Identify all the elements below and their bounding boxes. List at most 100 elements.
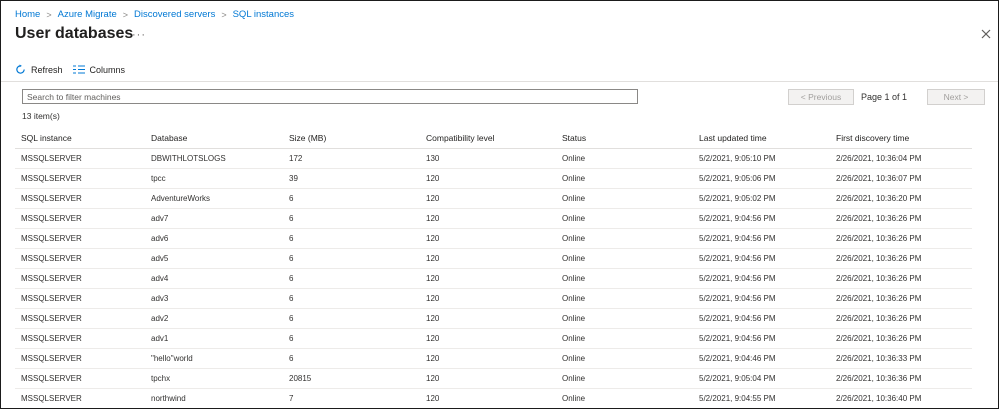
cell-sql-instance: MSSQLSERVER — [21, 214, 82, 223]
column-header-database[interactable]: Database — [151, 133, 289, 143]
breadcrumb-home[interactable]: Home — [15, 9, 40, 20]
column-header-size[interactable]: Size (MB) — [289, 133, 426, 143]
table-row[interactable]: MSSQLSERVER adv7 6 120 Online 5/2/2021, 9:04:… — [15, 209, 972, 229]
table-row[interactable]: MSSQLSERVER adv1 6 120 Online 5/2/2021, 9:04:… — [15, 329, 972, 349]
table-row[interactable]: MSSQLSERVER adv3 6 120 Online 5/2/2021, 9:04:… — [15, 289, 972, 309]
cell-last-updated: 5/2/2021, 9:04:56 PM — [699, 254, 776, 263]
cell-compatibility-level: 120 — [426, 254, 440, 263]
table-row[interactable]: MSSQLSERVER tpchx 20815 120 Online 5/2/2021, … — [15, 369, 972, 389]
page-title: User databases — [15, 25, 134, 42]
breadcrumb-sql-instances[interactable]: SQL instances — [233, 9, 294, 20]
chevron-right-icon: > — [221, 9, 227, 20]
cell-compatibility-level: 120 — [426, 174, 440, 183]
cell-sql-instance: MSSQLSERVER — [21, 294, 82, 303]
cell-last-updated: 5/2/2021, 9:04:56 PM — [699, 234, 776, 243]
breadcrumb-azure-migrate[interactable]: Azure Migrate — [58, 9, 117, 20]
chevron-right-icon: > — [122, 9, 129, 20]
cell-last-updated: 5/2/2021, 9:04:56 PM — [699, 334, 776, 343]
cell-status: Online — [562, 214, 586, 223]
cell-status: Online — [562, 314, 586, 323]
table-row[interactable]: MSSQLSERVER DBWITHLOTSLOGS 172 130 Online 5/2… — [15, 149, 972, 169]
cell-last-updated: 5/2/2021, 9:04:56 PM — [699, 314, 776, 323]
columns-button[interactable]: Columns — [72, 64, 126, 75]
cell-status: Online — [562, 374, 586, 383]
cell-first-discovery: 2/26/2021, 10:36:26 PM — [836, 214, 922, 223]
cell-sql-instance: MSSQLSERVER — [21, 254, 82, 263]
cell-status: Online — [562, 174, 586, 183]
cell-compatibility-level: 120 — [426, 214, 440, 223]
cell-database: adv6 — [151, 234, 169, 243]
user-databases-blade: Home > Azure Migrate > Discovered server… — [0, 0, 999, 409]
cell-first-discovery: 2/26/2021, 10:36:26 PM — [836, 334, 922, 343]
more-options-icon[interactable]: ··· — [132, 29, 146, 41]
cell-database: adv2 — [151, 314, 169, 323]
table-row[interactable]: MSSQLSERVER "hello"world 6 120 Online 5/2/202… — [15, 349, 972, 369]
cell-size: 6 — [289, 254, 294, 263]
cell-last-updated: 5/2/2021, 9:04:55 PM — [699, 394, 776, 403]
column-header-compatibility-level[interactable]: Compatibility level — [426, 133, 562, 143]
column-header-sql-instance[interactable]: SQL instance — [15, 133, 151, 143]
cell-first-discovery: 2/26/2021, 10:36:26 PM — [836, 254, 922, 263]
cell-size: 6 — [289, 354, 294, 363]
cell-first-discovery: 2/26/2021, 10:36:26 PM — [836, 314, 922, 323]
cell-status: Online — [562, 254, 586, 263]
cell-compatibility-level: 120 — [426, 314, 440, 323]
pager: < Previous Page 1 of 1 Next > — [788, 89, 985, 105]
cell-sql-instance: MSSQLSERVER — [21, 174, 82, 183]
cell-status: Online — [562, 194, 586, 203]
cell-database: adv7 — [151, 214, 169, 223]
cell-database: tpcc — [151, 174, 166, 183]
cell-status: Online — [562, 154, 586, 163]
table-row[interactable]: MSSQLSERVER adv4 6 120 Online 5/2/2021, 9:04:… — [15, 269, 972, 289]
cell-status: Online — [562, 234, 586, 243]
cell-first-discovery: 2/26/2021, 10:36:36 PM — [836, 374, 922, 383]
cell-database: adv3 — [151, 294, 169, 303]
cell-last-updated: 5/2/2021, 9:04:56 PM — [699, 294, 776, 303]
cell-sql-instance: MSSQLSERVER — [21, 234, 82, 243]
cell-status: Online — [562, 294, 586, 303]
cell-database: DBWITHLOTSLOGS — [151, 154, 226, 163]
cell-size: 6 — [289, 194, 294, 203]
next-button[interactable]: Next > — [927, 89, 985, 105]
table-row[interactable]: MSSQLSERVER AdventureWorks 6 120 Online 5/2/2… — [15, 189, 972, 209]
toolbar: Refresh Columns — [15, 64, 135, 75]
columns-icon — [72, 65, 85, 74]
cell-last-updated: 5/2/2021, 9:04:56 PM — [699, 274, 776, 283]
page-indicator: Page 1 of 1 — [861, 92, 908, 102]
column-header-first-discovery[interactable]: First discovery time — [836, 133, 972, 143]
cell-database: adv4 — [151, 274, 169, 283]
refresh-label: Refresh — [31, 64, 63, 75]
cell-size: 39 — [289, 174, 298, 183]
table-row[interactable]: MSSQLSERVER northwind 7 120 Online 5/2/2021, … — [15, 389, 972, 408]
cell-status: Online — [562, 334, 586, 343]
cell-first-discovery: 2/26/2021, 10:36:26 PM — [836, 274, 922, 283]
cell-last-updated: 5/2/2021, 9:05:04 PM — [699, 374, 776, 383]
refresh-button[interactable]: Refresh — [15, 64, 63, 75]
cell-size: 6 — [289, 334, 294, 343]
table-row[interactable]: MSSQLSERVER adv2 6 120 Online 5/2/2021, 9:04:… — [15, 309, 972, 329]
cell-size: 6 — [289, 294, 294, 303]
column-header-status[interactable]: Status — [562, 133, 699, 143]
cell-compatibility-level: 120 — [426, 274, 440, 283]
cell-compatibility-level: 130 — [426, 154, 440, 163]
cell-database: AdventureWorks — [151, 194, 210, 203]
close-icon[interactable] — [979, 27, 993, 41]
cell-status: Online — [562, 354, 586, 363]
cell-first-discovery: 2/26/2021, 10:36:20 PM — [836, 194, 922, 203]
search-input[interactable] — [22, 89, 638, 104]
cell-sql-instance: MSSQLSERVER — [21, 354, 82, 363]
cell-sql-instance: MSSQLSERVER — [21, 194, 82, 203]
cell-first-discovery: 2/26/2021, 10:36:33 PM — [836, 354, 922, 363]
cell-first-discovery: 2/26/2021, 10:36:07 PM — [836, 174, 922, 183]
column-header-last-updated[interactable]: Last updated time — [699, 133, 836, 143]
columns-label: Columns — [89, 64, 126, 75]
breadcrumb: Home > Azure Migrate > Discovered server… — [15, 9, 294, 20]
previous-button[interactable]: < Previous — [788, 89, 854, 105]
table-row[interactable]: MSSQLSERVER tpcc 39 120 Online 5/2/2021, 9:05… — [15, 169, 972, 189]
breadcrumb-discovered-servers[interactable]: Discovered servers — [134, 9, 215, 20]
table-row[interactable]: MSSQLSERVER adv6 6 120 Online 5/2/2021, 9:04:… — [15, 229, 972, 249]
table-row[interactable]: MSSQLSERVER adv5 6 120 Online 5/2/2021, 9:04:… — [15, 249, 972, 269]
cell-size: 7 — [289, 394, 294, 403]
cell-last-updated: 5/2/2021, 9:04:56 PM — [699, 214, 776, 223]
item-count: 13 item(s) — [22, 111, 60, 121]
